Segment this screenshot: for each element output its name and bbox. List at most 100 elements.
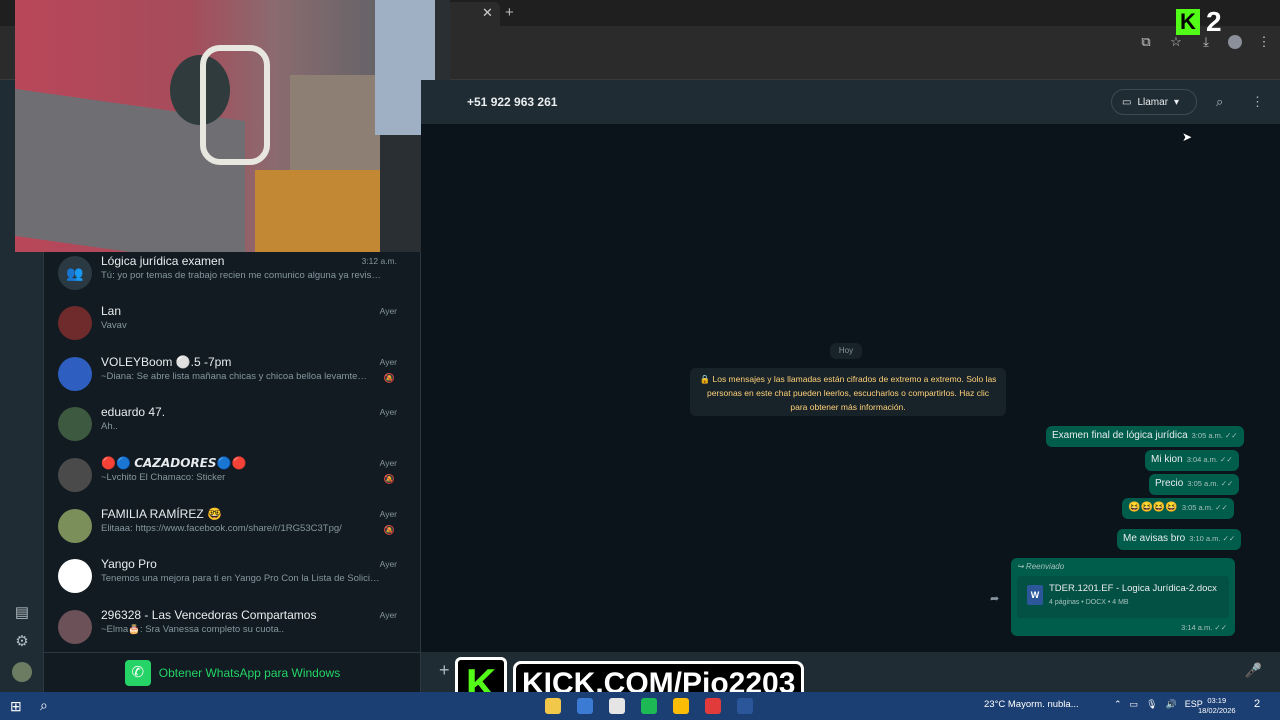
chat-name: Yango Pro bbox=[101, 557, 157, 571]
chat-time: Ayer bbox=[379, 357, 397, 367]
webcam-overlay bbox=[15, 0, 450, 252]
get-app-label: Obtener WhatsApp para Windows bbox=[158, 665, 341, 680]
attach-plus-icon[interactable]: + bbox=[439, 660, 450, 681]
app-icon[interactable] bbox=[577, 698, 593, 714]
profile-avatar[interactable] bbox=[1228, 35, 1242, 49]
outgoing-message[interactable]: Precio 3:05 a.m. ✓✓ bbox=[1149, 474, 1240, 495]
app-icon[interactable] bbox=[705, 698, 721, 714]
message-text: Examen final de lógica jurídica bbox=[1052, 430, 1188, 441]
kick-top-number: 2 bbox=[1206, 6, 1222, 37]
mic-tray-icon[interactable]: 🎙 bbox=[1146, 699, 1157, 710]
get-whatsapp-windows-link[interactable]: ✆ Obtener WhatsApp para Windows bbox=[44, 652, 421, 692]
clock-date: 18/02/2026 bbox=[1198, 706, 1236, 715]
search-icon[interactable]: ⌕ bbox=[1216, 94, 1223, 110]
clock-time: 03:19 bbox=[1207, 696, 1227, 705]
more-menu-icon[interactable]: ⋮ bbox=[1256, 34, 1272, 50]
chat-time: Ayer bbox=[379, 306, 397, 316]
tab-close-icon[interactable]: ✕ bbox=[482, 5, 493, 21]
chat-preview: Elitaaa: https://www.facebook.com/share/… bbox=[101, 523, 342, 534]
chat-preview: Tenemos una mejora para ti en Yango Pro … bbox=[101, 573, 381, 584]
muted-icon: 🔕 bbox=[383, 373, 395, 383]
windows-taskbar: ⊞ ⌕ 23°C Mayorm. nubla... ⌃ ▭ 🎙 🔊 ESP 03… bbox=[0, 692, 1280, 720]
avatar bbox=[58, 610, 92, 644]
video-call-icon: ▭ bbox=[1122, 96, 1132, 108]
chat-preview: Ah.. bbox=[101, 421, 118, 432]
my-profile-avatar[interactable] bbox=[12, 662, 32, 682]
message-time: 3:05 a.m. ✓✓ bbox=[1191, 431, 1238, 440]
new-tab-icon[interactable]: + bbox=[505, 4, 514, 21]
mouse-cursor-icon: ➤ bbox=[1182, 130, 1193, 144]
call-label: Llamar bbox=[1137, 96, 1169, 108]
group-avatar-icon: 👥 bbox=[58, 256, 92, 290]
cast-icon[interactable]: ⧉ bbox=[1138, 34, 1154, 50]
notification-icon[interactable]: 2 bbox=[1254, 698, 1260, 710]
message-time: 3:04 a.m. ✓✓ bbox=[1186, 455, 1233, 464]
chat-preview: ~Diana: Se abre lista mañana chicas y ch… bbox=[101, 371, 371, 382]
app-icon[interactable] bbox=[609, 698, 625, 714]
chat-name: VOLEYBoom ⚪.5 -7pm bbox=[101, 355, 232, 369]
yango-logo-avatar bbox=[58, 559, 92, 593]
chat-time: Ayer bbox=[379, 458, 397, 468]
chrome-icon[interactable] bbox=[673, 698, 689, 714]
outgoing-message[interactable]: Examen final de lógica jurídica 3:05 a.m.… bbox=[1046, 426, 1244, 447]
document-name: TDER.1201.EF - Logica Jurídica-2.docx bbox=[1049, 583, 1217, 594]
file-explorer-icon[interactable] bbox=[545, 698, 561, 714]
call-button[interactable]: ▭ Llamar ▾ bbox=[1111, 89, 1197, 115]
spotify-icon[interactable] bbox=[641, 698, 657, 714]
message-text: 😆😆😆😆 bbox=[1128, 502, 1178, 513]
chat-menu-icon[interactable]: ⋮ bbox=[1251, 94, 1264, 110]
avatar bbox=[58, 509, 92, 543]
chat-list-item[interactable]: Lan Ayer Vavav bbox=[44, 304, 421, 354]
message-time: 3:05 a.m. ✓✓ bbox=[1181, 503, 1228, 512]
chat-list-item[interactable]: FAMILIA RAMÍREZ 🤓 Ayer Elitaaa: https://… bbox=[44, 507, 421, 557]
avatar bbox=[58, 407, 92, 441]
avatar bbox=[58, 357, 92, 391]
message-text: Precio bbox=[1155, 478, 1184, 489]
outgoing-message[interactable]: Me avisas bro 3:10 a.m. ✓✓ bbox=[1117, 529, 1242, 550]
chat-name: 🔴🔵 𝘾𝘼𝙕𝘼𝘿𝙊𝙍𝙀𝙎🔵🔴 bbox=[101, 456, 247, 470]
chat-name: Lan bbox=[101, 304, 122, 318]
microphone-icon[interactable]: 🎤 bbox=[1245, 662, 1262, 679]
document-message[interactable]: ↪ Reenviado W TDER.1201.EF - Logica Jurí… bbox=[1011, 558, 1235, 636]
kick-top-logo: K 2 bbox=[1176, 6, 1222, 38]
chat-list-item[interactable]: Yango Pro Ayer Tenemos una mejora para t… bbox=[44, 557, 421, 607]
chat-list-item[interactable]: 👥 Lógica jurídica examen 3:12 a.m. Tú: y… bbox=[44, 254, 421, 304]
message-time: 3:14 a.m. ✓✓ bbox=[1181, 623, 1227, 632]
chat-name: eduardo 47. bbox=[101, 405, 166, 419]
chat-list-item[interactable]: 296328 - Las Vencedoras Compartamos Ayer… bbox=[44, 608, 421, 658]
chat-time: Ayer bbox=[379, 610, 397, 620]
avatar bbox=[58, 458, 92, 492]
day-separator: Hoy bbox=[830, 343, 862, 359]
document-card[interactable]: W TDER.1201.EF - Logica Jurídica-2.docx … bbox=[1017, 576, 1229, 618]
message-time: 3:10 a.m. ✓✓ bbox=[1189, 534, 1236, 543]
windows-start-icon[interactable]: ⊞ bbox=[10, 698, 22, 715]
chevron-down-icon: ▾ bbox=[1174, 96, 1180, 108]
avatar bbox=[58, 306, 92, 340]
contact-name[interactable]: +51 922 963 261 bbox=[467, 95, 557, 109]
chat-header: +51 922 963 261 ▭ Llamar ▾ ⌕ ⋮ bbox=[421, 80, 1280, 124]
chat-name: 296328 - Las Vencedoras Compartamos bbox=[101, 608, 317, 622]
chat-list-item[interactable]: eduardo 47. Ayer Ah.. bbox=[44, 405, 421, 455]
settings-gear-icon[interactable]: ⚙ bbox=[13, 633, 31, 651]
outgoing-message[interactable]: 😆😆😆😆 3:05 a.m. ✓✓ bbox=[1122, 498, 1234, 519]
taskbar-search-icon[interactable]: ⌕ bbox=[40, 697, 48, 714]
message-text: Mi kion bbox=[1151, 454, 1183, 465]
clock[interactable]: 03:19 18/02/2026 bbox=[1198, 696, 1236, 716]
encryption-notice[interactable]: 🔒 Los mensajes y las llamadas están cifr… bbox=[690, 368, 1006, 416]
muted-icon: 🔕 bbox=[383, 474, 395, 484]
chat-time: Ayer bbox=[379, 509, 397, 519]
network-icon[interactable]: ▭ bbox=[1130, 699, 1139, 710]
media-icon[interactable]: ▤ bbox=[13, 604, 31, 622]
message-text: Me avisas bro bbox=[1123, 533, 1186, 544]
chat-list-item[interactable]: VOLEYBoom ⚪.5 -7pm Ayer ~Diana: Se abre … bbox=[44, 355, 421, 405]
word-icon[interactable] bbox=[737, 698, 753, 714]
tray-chevron-icon[interactable]: ⌃ bbox=[1114, 699, 1122, 710]
whatsapp-logo-icon: ✆ bbox=[124, 659, 151, 686]
outgoing-message[interactable]: Mi kion 3:04 a.m. ✓✓ bbox=[1145, 450, 1239, 471]
weather-widget[interactable]: 23°C Mayorm. nubla... bbox=[984, 699, 1079, 710]
chat-list-item[interactable]: 🔴🔵 𝘾𝘼𝙕𝘼𝘿𝙊𝙍𝙀𝙎🔵🔴 Ayer ~Lvchito El Chamaco:… bbox=[44, 456, 421, 506]
volume-icon[interactable]: 🔊 bbox=[1166, 699, 1177, 710]
word-document-icon: W bbox=[1027, 585, 1043, 605]
forward-share-icon[interactable]: ➦ bbox=[990, 592, 999, 605]
chat-name: FAMILIA RAMÍREZ 🤓 bbox=[101, 507, 222, 521]
